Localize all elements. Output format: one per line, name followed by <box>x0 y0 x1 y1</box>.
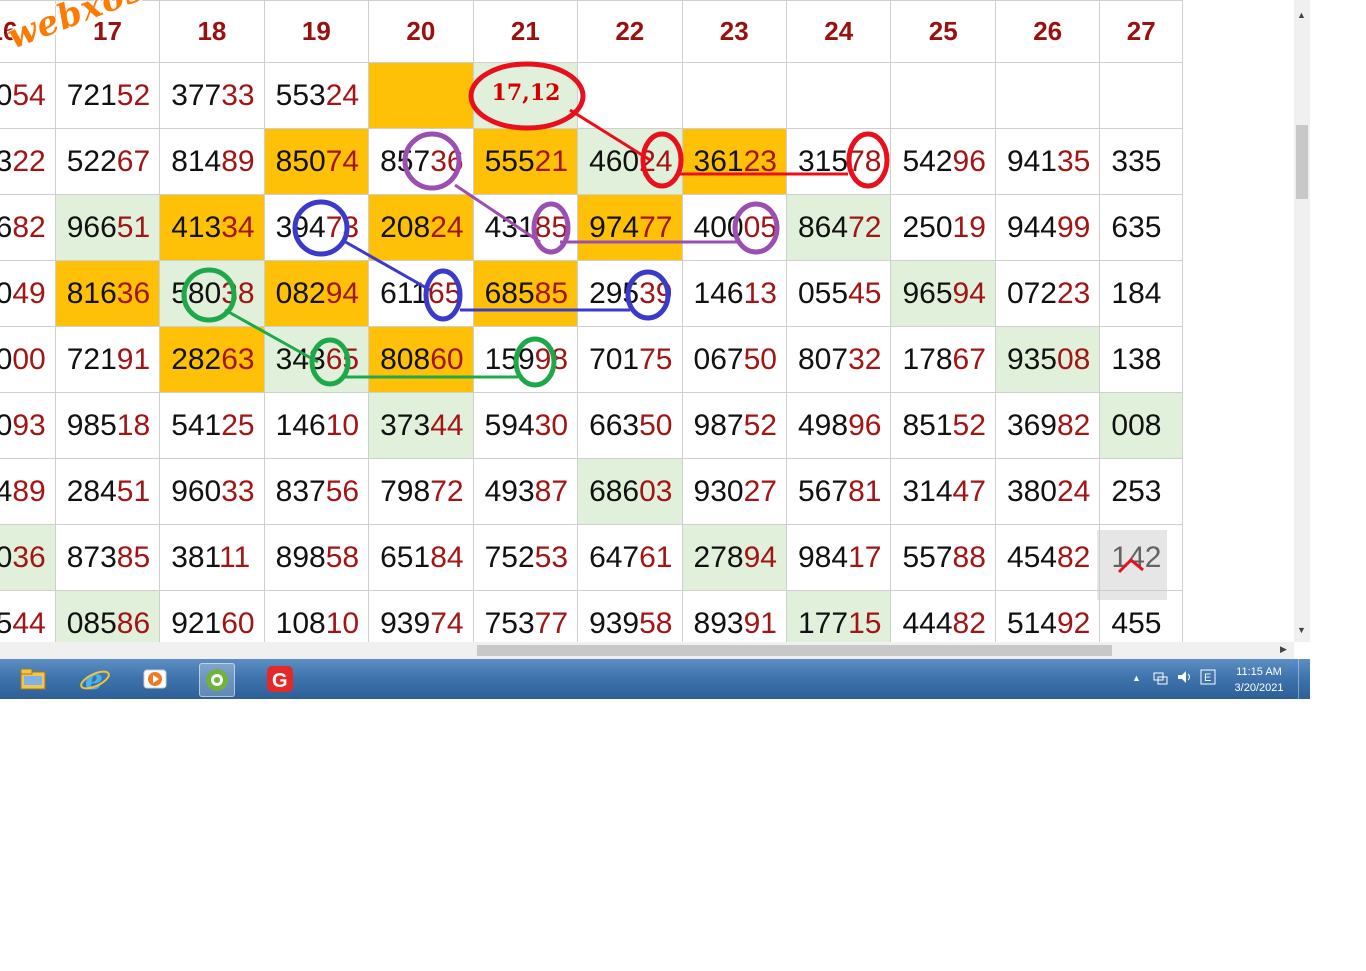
purple-highlight-circle <box>732 201 780 255</box>
coccoc-browser-icon[interactable] <box>199 663 235 697</box>
horizontal-scrollbar[interactable]: ▶ <box>0 642 1294 659</box>
volume-icon[interactable] <box>1176 669 1192 688</box>
vertical-scroll-thumb[interactable] <box>1296 125 1308 199</box>
system-clock[interactable]: 11:15 AM 3/20/2021 <box>1226 664 1292 696</box>
svg-text:e: e <box>85 663 103 695</box>
explorer-icon[interactable] <box>16 663 50 695</box>
scroll-up-arrow-icon[interactable]: ▲ <box>1297 10 1306 20</box>
blue-highlight-circle <box>292 199 350 257</box>
clock-date: 3/20/2021 <box>1234 682 1284 694</box>
purple-highlight-circle <box>402 131 462 191</box>
cursor-icon <box>1117 557 1144 574</box>
svg-text:E: E <box>1204 672 1211 684</box>
mouse-cursor-hover <box>1097 530 1167 600</box>
highlight-badge: 17,12 <box>470 62 582 128</box>
red-connector-line <box>569 108 651 162</box>
purple-highlight-circle <box>531 201 571 255</box>
internet-explorer-icon[interactable]: e <box>78 663 112 696</box>
horizontal-scroll-thumb[interactable] <box>477 645 1112 656</box>
green-highlight-circle <box>181 267 237 323</box>
media-player-icon[interactable] <box>138 663 172 695</box>
show-hidden-icons-icon[interactable]: ▲ <box>1132 673 1141 683</box>
blue-connector-line <box>341 238 431 292</box>
clock-time: 11:15 AM <box>1236 666 1282 678</box>
blue-highlight-circle <box>625 269 671 321</box>
vertical-scrollbar[interactable]: ▲ ▼ <box>1294 0 1310 642</box>
green-connector-line <box>224 308 319 364</box>
purple-connector-line <box>454 183 541 244</box>
language-icon[interactable]: E <box>1200 669 1216 688</box>
svg-text:G: G <box>272 670 288 692</box>
windows-taskbar: e G ▲ E 11:15 AM 3/20/2021 <box>0 659 1310 699</box>
red-highlight-circle <box>846 131 890 189</box>
badge-label: 17,12 <box>491 80 561 106</box>
lottery-grid: 15161718192021222324252627 4500547215237… <box>0 0 1294 642</box>
network-icon[interactable] <box>1152 669 1168 688</box>
show-desktop-button[interactable] <box>1298 659 1310 699</box>
scroll-down-arrow-icon[interactable]: ▼ <box>1297 625 1306 635</box>
green-highlight-circle <box>513 336 557 388</box>
scroll-right-arrow-icon[interactable]: ▶ <box>1280 644 1287 655</box>
blue-highlight-circle <box>423 268 463 322</box>
screen: 15161718192021222324252627 4500547215237… <box>0 0 1310 699</box>
garena-icon[interactable]: G <box>263 663 297 695</box>
